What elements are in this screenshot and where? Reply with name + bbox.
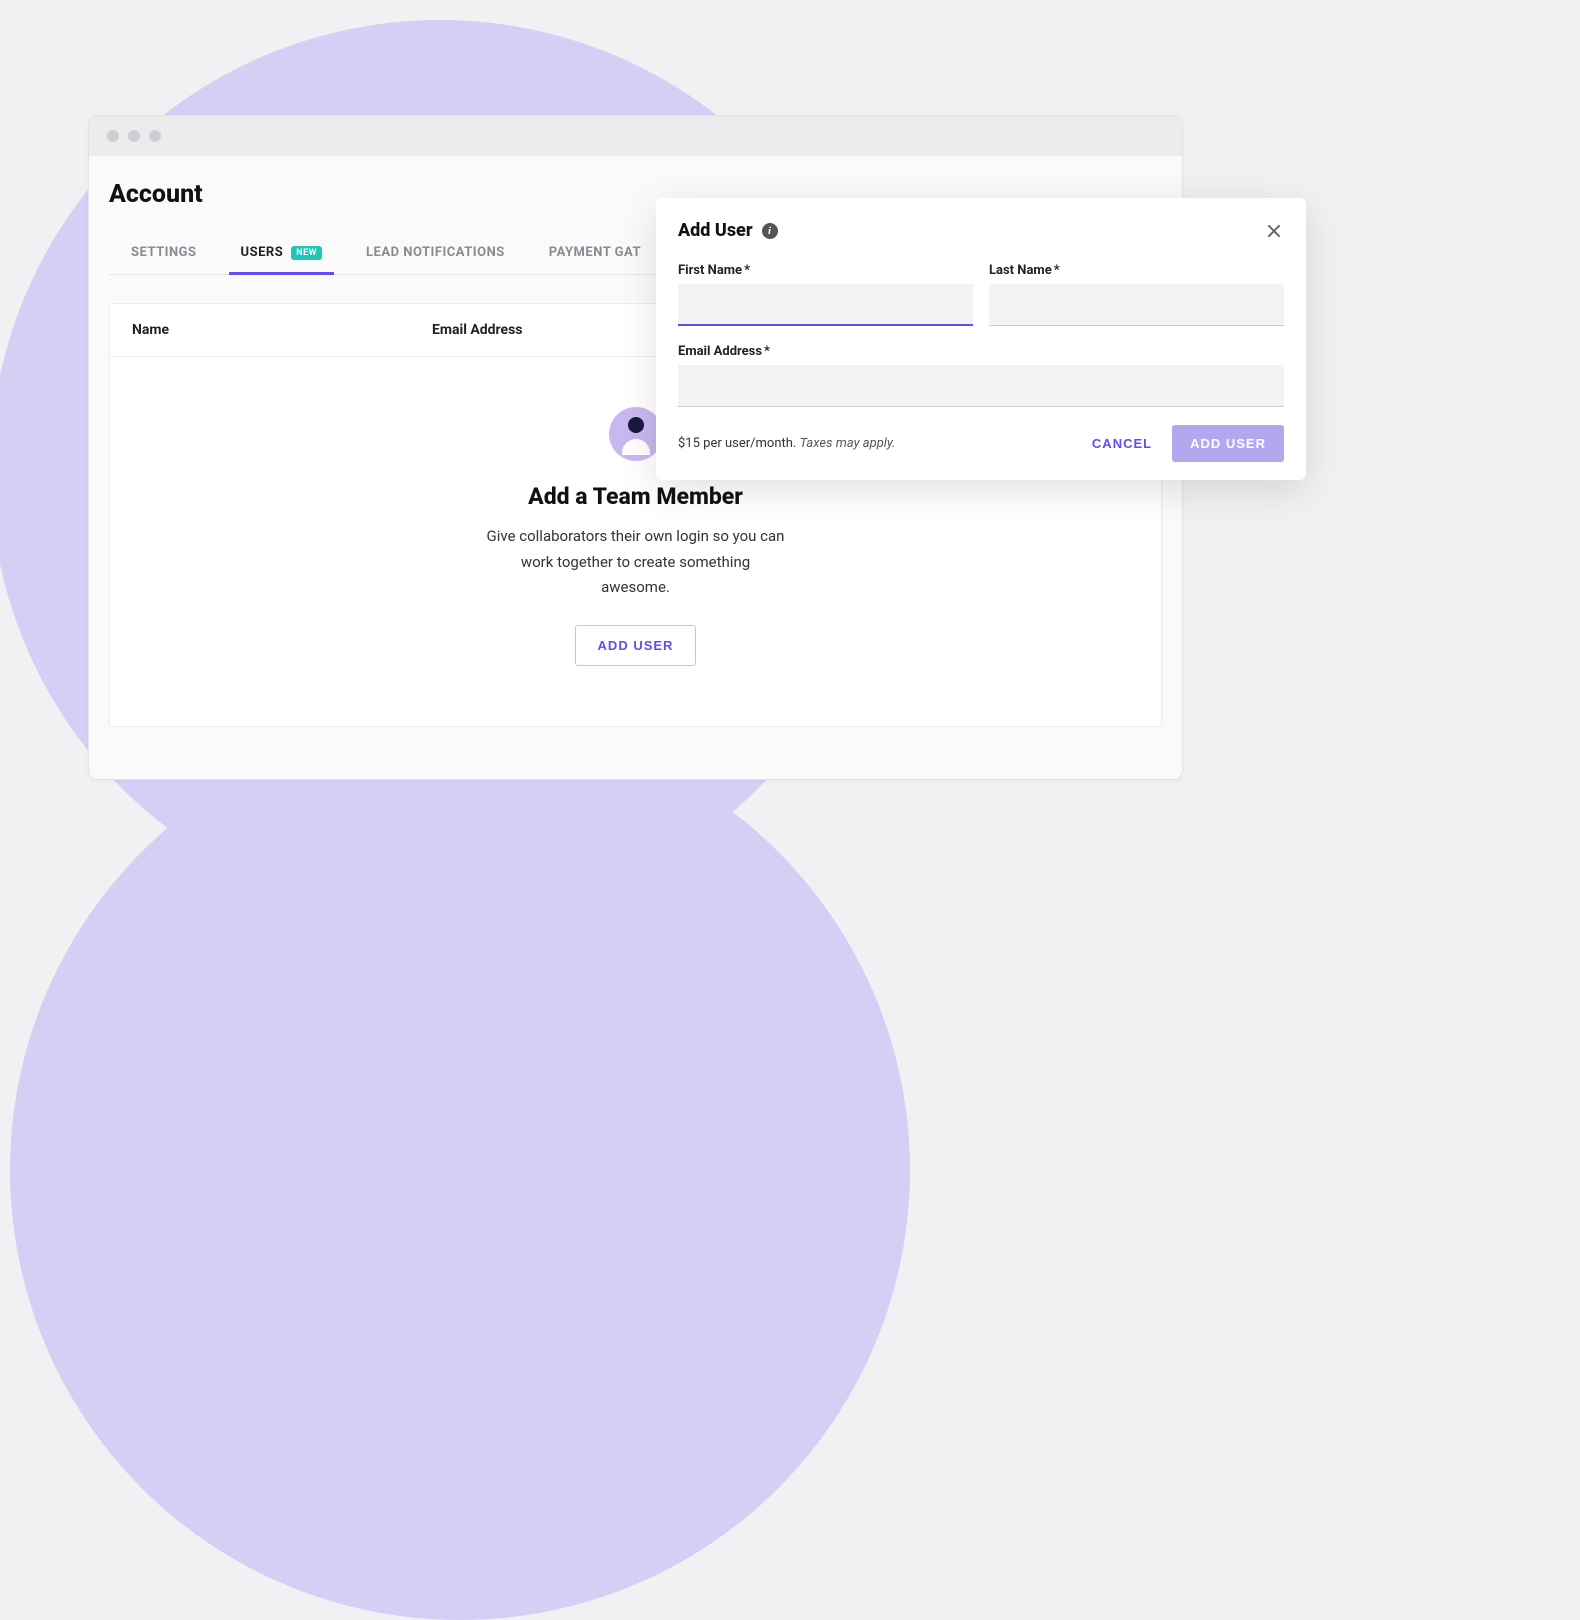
empty-state-title: Add a Team Member bbox=[130, 483, 1141, 510]
info-icon[interactable]: i bbox=[762, 223, 778, 239]
required-mark: * bbox=[1054, 263, 1060, 278]
new-badge: NEW bbox=[291, 246, 322, 260]
tab-settings-label: SETTINGS bbox=[131, 245, 197, 260]
tab-users-label: USERS bbox=[241, 245, 284, 260]
tab-payment-gateway-label: PAYMENT GAT bbox=[549, 245, 641, 260]
traffic-light-close[interactable] bbox=[107, 130, 119, 142]
first-name-input[interactable] bbox=[678, 284, 973, 326]
window-titlebar bbox=[89, 116, 1182, 156]
email-input[interactable] bbox=[678, 365, 1284, 407]
add-user-modal: Add User i First Name* Last Name* Email … bbox=[656, 198, 1306, 480]
email-label-text: Email Address bbox=[678, 344, 762, 359]
tab-settings[interactable]: SETTINGS bbox=[131, 231, 197, 274]
last-name-field-group: Last Name* bbox=[989, 263, 1284, 326]
tab-lead-notifications-label: LEAD NOTIFICATIONS bbox=[366, 245, 505, 260]
avatar-icon bbox=[609, 407, 663, 461]
cancel-button[interactable]: CANCEL bbox=[1092, 436, 1152, 451]
tab-lead-notifications[interactable]: LEAD NOTIFICATIONS bbox=[366, 231, 505, 274]
price-note: $15 per user/month. Taxes may apply. bbox=[678, 436, 895, 451]
decorative-blob-2 bbox=[10, 720, 910, 1620]
traffic-light-zoom[interactable] bbox=[149, 130, 161, 142]
modal-actions: CANCEL ADD USER bbox=[1092, 425, 1284, 462]
modal-footer: $15 per user/month. Taxes may apply. CAN… bbox=[678, 425, 1284, 462]
tab-payment-gateway[interactable]: PAYMENT GAT bbox=[549, 231, 641, 274]
modal-title: Add User bbox=[678, 220, 753, 241]
required-mark: * bbox=[744, 263, 750, 278]
close-icon[interactable] bbox=[1264, 221, 1284, 241]
tab-users[interactable]: USERS NEW bbox=[241, 231, 323, 274]
first-name-field-group: First Name* bbox=[678, 263, 973, 326]
submit-add-user-button[interactable]: ADD USER bbox=[1172, 425, 1284, 462]
last-name-label: Last Name* bbox=[989, 263, 1284, 278]
add-user-button[interactable]: ADD USER bbox=[575, 625, 697, 666]
empty-state-description: Give collaborators their own login so yo… bbox=[486, 524, 786, 601]
modal-header: Add User i bbox=[678, 220, 1284, 241]
first-name-label: First Name* bbox=[678, 263, 973, 278]
price-text: $15 per user/month. bbox=[678, 436, 796, 451]
traffic-light-minimize[interactable] bbox=[128, 130, 140, 142]
column-header-name: Name bbox=[132, 322, 432, 338]
email-field-group: Email Address* bbox=[678, 344, 1284, 407]
required-mark: * bbox=[764, 344, 770, 359]
last-name-input[interactable] bbox=[989, 284, 1284, 326]
tax-note: Taxes may apply. bbox=[800, 436, 896, 451]
last-name-label-text: Last Name bbox=[989, 263, 1052, 278]
email-label: Email Address* bbox=[678, 344, 1284, 359]
first-name-label-text: First Name bbox=[678, 263, 742, 278]
